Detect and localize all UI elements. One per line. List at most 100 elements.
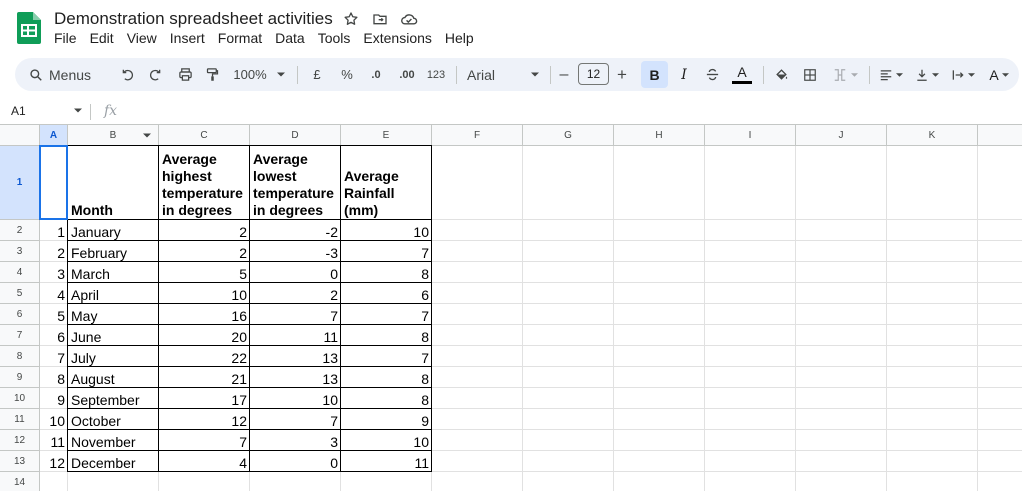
table-cell-n[interactable]: 6	[40, 325, 68, 346]
table-cell-low[interactable]: 13	[250, 346, 341, 367]
menu-tools[interactable]: Tools	[318, 30, 351, 46]
header-cell-avg-rain[interactable]: Average Rainfall (mm)	[341, 146, 432, 220]
table-cell-n[interactable]: 3	[40, 262, 68, 283]
table-cell-high[interactable]: 7	[159, 430, 250, 451]
row-header-13[interactable]: 13	[0, 451, 40, 472]
table-cell-month[interactable]: May	[68, 304, 159, 325]
table-cell-rain[interactable]: 8	[341, 262, 432, 283]
table-cell-high[interactable]: 22	[159, 346, 250, 367]
borders-button[interactable]	[800, 58, 820, 91]
table-cell-rain[interactable]: 11	[341, 451, 432, 472]
table-cell-high[interactable]: 4	[159, 451, 250, 472]
table-cell-month[interactable]: July	[68, 346, 159, 367]
document-title[interactable]: Demonstration spreadsheet activities	[54, 9, 333, 29]
menu-insert[interactable]: Insert	[170, 30, 205, 46]
selected-cell-a1[interactable]	[39, 145, 68, 220]
increase-font-size-button[interactable]: +	[614, 58, 630, 91]
star-icon[interactable]	[342, 10, 360, 28]
table-cell-n[interactable]: 9	[40, 388, 68, 409]
header-cell-avg-low[interactable]: Average lowest temperature in degrees	[250, 146, 341, 220]
row-header-6[interactable]: 6	[0, 304, 40, 325]
header-cell-avg-high[interactable]: Average highest temperature in degrees	[159, 146, 250, 220]
row-header-9[interactable]: 9	[0, 367, 40, 388]
table-cell-month[interactable]: August	[68, 367, 159, 388]
font-select[interactable]: Arial	[467, 58, 539, 91]
horizontal-align-button[interactable]	[876, 58, 906, 91]
table-cell-high[interactable]: 2	[159, 241, 250, 262]
table-cell-n[interactable]: 2	[40, 241, 68, 262]
header-cell-month[interactable]: Month	[68, 146, 159, 220]
table-cell-n[interactable]: 11	[40, 430, 68, 451]
row-header-4[interactable]: 4	[0, 262, 40, 283]
move-to-folder-icon[interactable]	[371, 10, 389, 28]
paint-format-button[interactable]	[201, 58, 223, 91]
table-cell-high[interactable]: 20	[159, 325, 250, 346]
name-box[interactable]: A1	[11, 104, 26, 118]
select-all-corner[interactable]	[0, 125, 40, 146]
menus-search-button[interactable]: Menus	[29, 58, 109, 91]
table-cell-rain[interactable]: 6	[341, 283, 432, 304]
table-cell-low[interactable]: -3	[250, 241, 341, 262]
table-cell-low[interactable]: 11	[250, 325, 341, 346]
menu-help[interactable]: Help	[445, 30, 474, 46]
table-cell-high[interactable]: 10	[159, 283, 250, 304]
table-cell-month[interactable]: October	[68, 409, 159, 430]
menu-format[interactable]: Format	[218, 30, 262, 46]
menu-data[interactable]: Data	[275, 30, 305, 46]
merge-cells-button[interactable]	[828, 58, 862, 91]
italic-button[interactable]: I	[674, 58, 694, 91]
table-cell-month[interactable]: December	[68, 451, 159, 472]
table-cell-low[interactable]: 0	[250, 262, 341, 283]
table-cell-rain[interactable]: 8	[341, 367, 432, 388]
table-cell-n[interactable]: 7	[40, 346, 68, 367]
row-header-10[interactable]: 10	[0, 388, 40, 409]
row-header-2[interactable]: 2	[0, 220, 40, 241]
menu-extensions[interactable]: Extensions	[363, 30, 431, 46]
column-header-k[interactable]: K	[887, 125, 978, 146]
table-cell-n[interactable]: 4	[40, 283, 68, 304]
table-cell-low[interactable]: -2	[250, 220, 341, 241]
table-cell-high[interactable]: 16	[159, 304, 250, 325]
row-header-7[interactable]: 7	[0, 325, 40, 346]
sheets-logo-icon[interactable]	[17, 12, 41, 44]
decrease-decimal-button[interactable]: .0	[364, 58, 388, 91]
increase-decimal-button[interactable]: .00	[394, 58, 420, 91]
row-header-14[interactable]: 14	[0, 472, 40, 491]
column-header-j[interactable]: J	[796, 125, 887, 146]
row-header-5[interactable]: 5	[0, 283, 40, 304]
column-header-i[interactable]: I	[705, 125, 796, 146]
table-cell-low[interactable]: 2	[250, 283, 341, 304]
column-header-g[interactable]: G	[523, 125, 614, 146]
table-cell-rain[interactable]: 9	[341, 409, 432, 430]
column-header-h[interactable]: H	[614, 125, 705, 146]
vertical-align-button[interactable]	[912, 58, 942, 91]
column-header-e[interactable]: E	[341, 125, 432, 146]
column-header-a[interactable]: A	[40, 125, 68, 146]
text-rotation-button[interactable]: A	[984, 58, 1014, 91]
table-cell-high[interactable]: 17	[159, 388, 250, 409]
table-cell-low[interactable]: 3	[250, 430, 341, 451]
table-cell-low[interactable]: 7	[250, 304, 341, 325]
row-header-12[interactable]: 12	[0, 430, 40, 451]
table-cell-month[interactable]: June	[68, 325, 159, 346]
chevron-down-icon[interactable]	[143, 133, 151, 138]
table-cell-rain[interactable]: 10	[341, 220, 432, 241]
redo-button[interactable]	[144, 58, 166, 91]
decrease-font-size-button[interactable]: –	[556, 58, 572, 91]
text-wrapping-button[interactable]	[948, 58, 978, 91]
table-cell-month[interactable]: April	[68, 283, 159, 304]
table-cell-month[interactable]: November	[68, 430, 159, 451]
formula-input[interactable]	[130, 102, 1010, 122]
table-cell-rain[interactable]: 7	[341, 346, 432, 367]
table-cell-n[interactable]: 8	[40, 367, 68, 388]
row-header-8[interactable]: 8	[0, 346, 40, 367]
row-header-1[interactable]: 1	[0, 146, 40, 220]
table-cell-rain[interactable]: 7	[341, 241, 432, 262]
table-cell-low[interactable]: 10	[250, 388, 341, 409]
menu-file[interactable]: File	[54, 30, 77, 46]
cloud-saved-icon[interactable]	[400, 10, 418, 28]
table-cell-rain[interactable]: 8	[341, 325, 432, 346]
text-color-button[interactable]: A	[730, 58, 754, 91]
table-cell-month[interactable]: September	[68, 388, 159, 409]
fill-color-button[interactable]	[771, 58, 791, 91]
